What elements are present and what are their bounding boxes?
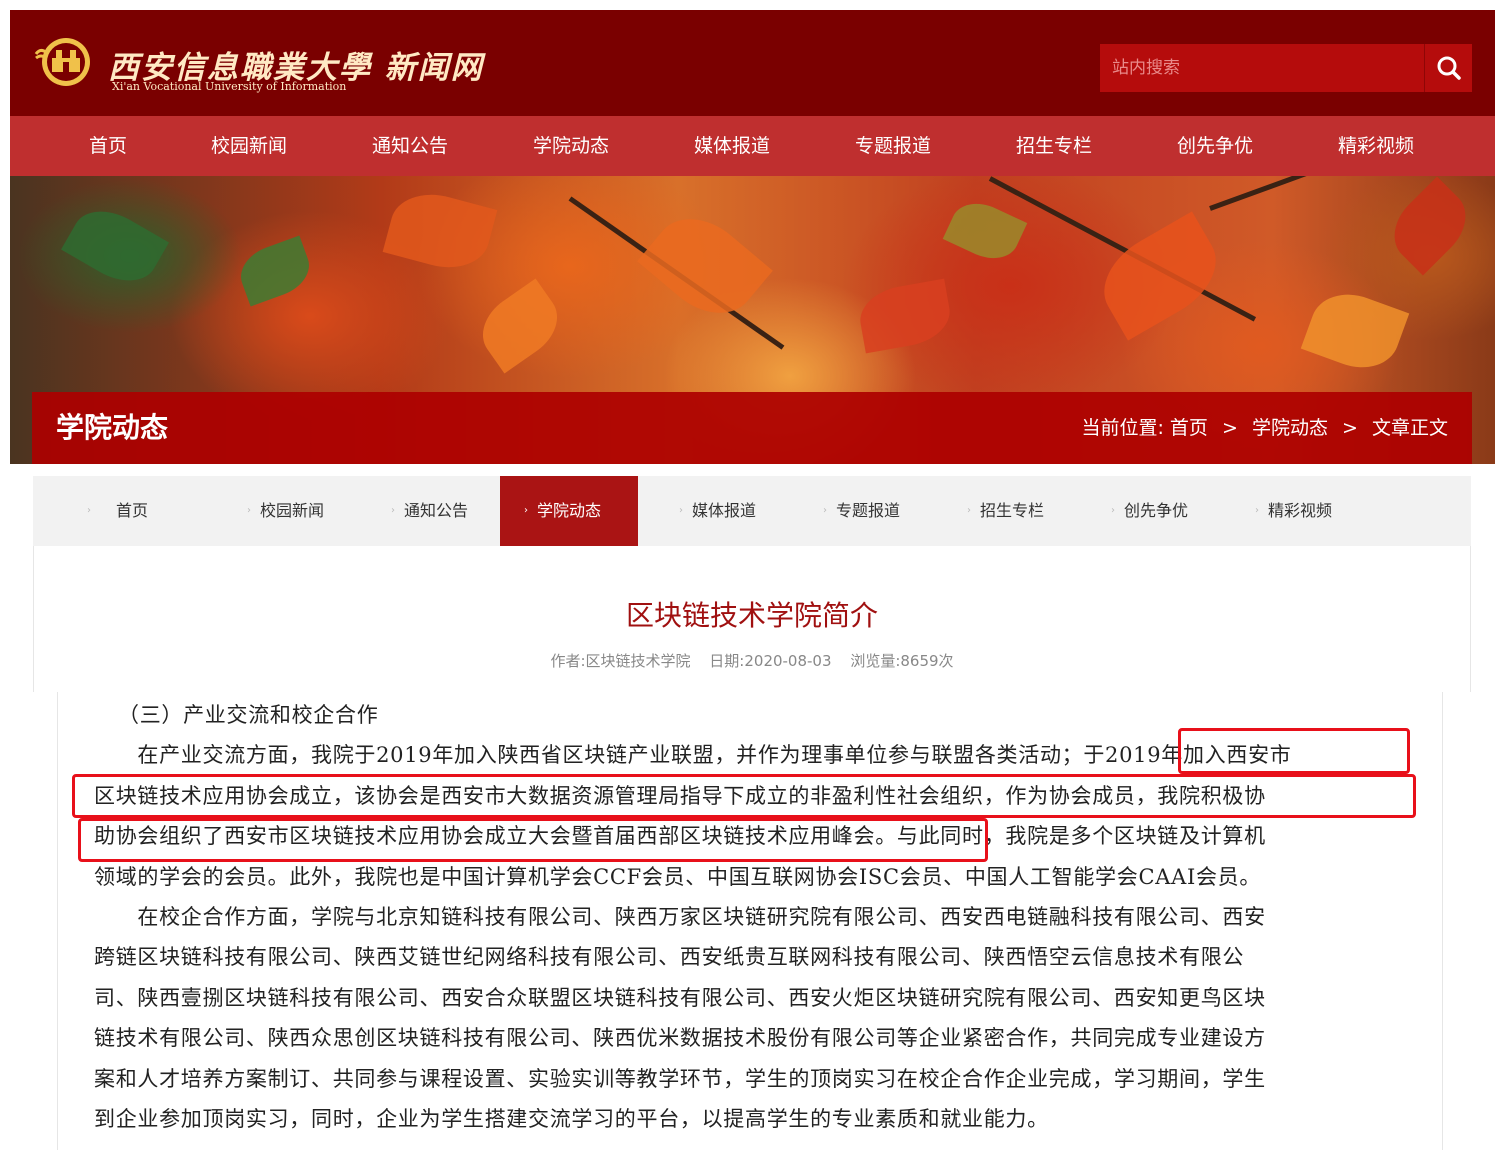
paragraph-line: 到企业参加顶岗实习，同时，企业为学生搭建交流学习的平台，以提高学生的专业素质和就… (94, 1107, 1049, 1131)
subnav-college-news[interactable]: › 学院动态 (500, 476, 638, 546)
paragraph-line: 跨链区块链科技有限公司、陕西艾链世纪网络科技有限公司、西安纸贵互联网科技有限公司… (94, 945, 1245, 969)
chevron-right-icon: › (679, 505, 683, 516)
chevron-right-icon: › (1111, 505, 1115, 516)
subnav-media[interactable]: › 媒体报道 (655, 476, 793, 546)
nav-media[interactable]: 媒体报道 (662, 116, 802, 176)
chevron-right-icon: › (967, 505, 971, 516)
subnav-special[interactable]: › 专题报道 (799, 476, 937, 546)
highlight-box (72, 774, 1416, 818)
nav-home[interactable]: 首页 (38, 116, 178, 176)
subnav-videos[interactable]: › 精彩视频 (1231, 476, 1369, 546)
subnav-excellence[interactable]: › 创先争优 (1087, 476, 1225, 546)
subnav-home[interactable]: › 首页 (63, 476, 201, 546)
search-input[interactable]: 站内搜索 (1100, 44, 1424, 92)
paragraph-line: 司、陕西壹捌区块链科技有限公司、西安合众联盟区块链科技有限公司、西安火炬区块链研… (94, 986, 1266, 1010)
nav-admissions[interactable]: 招生专栏 (984, 116, 1124, 176)
subnav-notices[interactable]: › 通知公告 (367, 476, 505, 546)
breadcrumb-section[interactable]: 学院动态 (1252, 392, 1328, 464)
nav-special[interactable]: 专题报道 (823, 116, 963, 176)
search-icon (1437, 56, 1461, 80)
article-header: 区块链技术学院简介 作者:区块链技术学院 日期:2020-08-03 浏览量:8… (33, 546, 1471, 692)
nav-excellence[interactable]: 创先争优 (1145, 116, 1285, 176)
search-button[interactable] (1424, 44, 1472, 92)
subnav-admissions[interactable]: › 招生专栏 (943, 476, 1081, 546)
article-meta: 作者:区块链技术学院 日期:2020-08-03 浏览量:8659次 (34, 650, 1470, 671)
paragraph-line: 案和人才培养方案制订、共同参与课程设置、实验实训等教学环节，学生的顶岗实习在校企… (94, 1067, 1266, 1091)
section-title: 学院动态 (56, 411, 169, 444)
main-nav: 首页 校园新闻 通知公告 学院动态 媒体报道 专题报道 招生专栏 创先争优 精彩… (10, 116, 1495, 176)
autumn-leaves-banner: 学院动态 当前位置: 首页 > 学院动态 > 文章正文 (10, 176, 1495, 464)
highlight-box (78, 818, 988, 862)
breadcrumb: 当前位置: 首页 > 学院动态 > 文章正文 (1081, 392, 1448, 464)
site-header: 西安信息職業大學 新闻网 Xi'an Vocational University… (10, 10, 1495, 116)
article-date: 日期:2020-08-03 (709, 652, 832, 670)
sub-nav: › 首页 › 校园新闻 › 通知公告 › 学院动态 › 媒体报道 › 专题报道 › 招生专栏 … (33, 476, 1471, 546)
logo-subtitle: Xi'an Vocational University of Informati… (112, 80, 347, 93)
nav-notices[interactable]: 通知公告 (340, 116, 480, 176)
breadcrumb-current: 文章正文 (1371, 417, 1448, 439)
section-heading: （三）产业交流和校企合作 (118, 703, 379, 727)
chevron-right-icon: › (1255, 505, 1259, 516)
chevron-right-icon: › (823, 505, 827, 516)
highlight-box (1178, 728, 1410, 774)
breadcrumb-separator: > (1221, 417, 1238, 439)
chevron-right-icon: › (391, 505, 395, 516)
subnav-campus-news[interactable]: › 校园新闻 (223, 476, 361, 546)
article-title: 区块链技术学院简介 (625, 599, 878, 632)
article-author: 作者:区块链技术学院 (550, 652, 691, 670)
chevron-right-icon: › (524, 505, 528, 516)
breadcrumb-separator: > (1342, 417, 1358, 439)
paragraph-line: 链技术有限公司、陕西众思创区块链科技有限公司、陕西优米数据技术股份有限公司等企业… (94, 1026, 1266, 1050)
breadcrumb-label: 当前位置: (1081, 417, 1164, 439)
article-views: 浏览量:8659次 (850, 652, 954, 670)
nav-campus-news[interactable]: 校园新闻 (179, 116, 319, 176)
university-emblem-icon[interactable] (34, 32, 94, 92)
paragraph-line: 在校企合作方面，学院与北京知链科技有限公司、陕西万家区块链研究院有限公司、西安西… (94, 905, 1266, 929)
breadcrumb-home[interactable]: 首页 (1170, 392, 1208, 464)
paragraph-line: 领域的学会的会员。此外，我院也是中国计算机学会CCF会员、中国互联网协会ISC会… (94, 865, 1262, 889)
chevron-right-icon: › (87, 505, 91, 516)
paragraph-line: 在产业交流方面，我院于2019年加入陕西省区块链产业联盟，并作为理事单位参与联盟… (94, 743, 1292, 767)
nav-videos[interactable]: 精彩视频 (1306, 116, 1446, 176)
nav-college-news[interactable]: 学院动态 (501, 116, 641, 176)
chevron-right-icon: › (247, 505, 251, 516)
section-banner-bar: 学院动态 当前位置: 首页 > 学院动态 > 文章正文 (32, 392, 1472, 464)
